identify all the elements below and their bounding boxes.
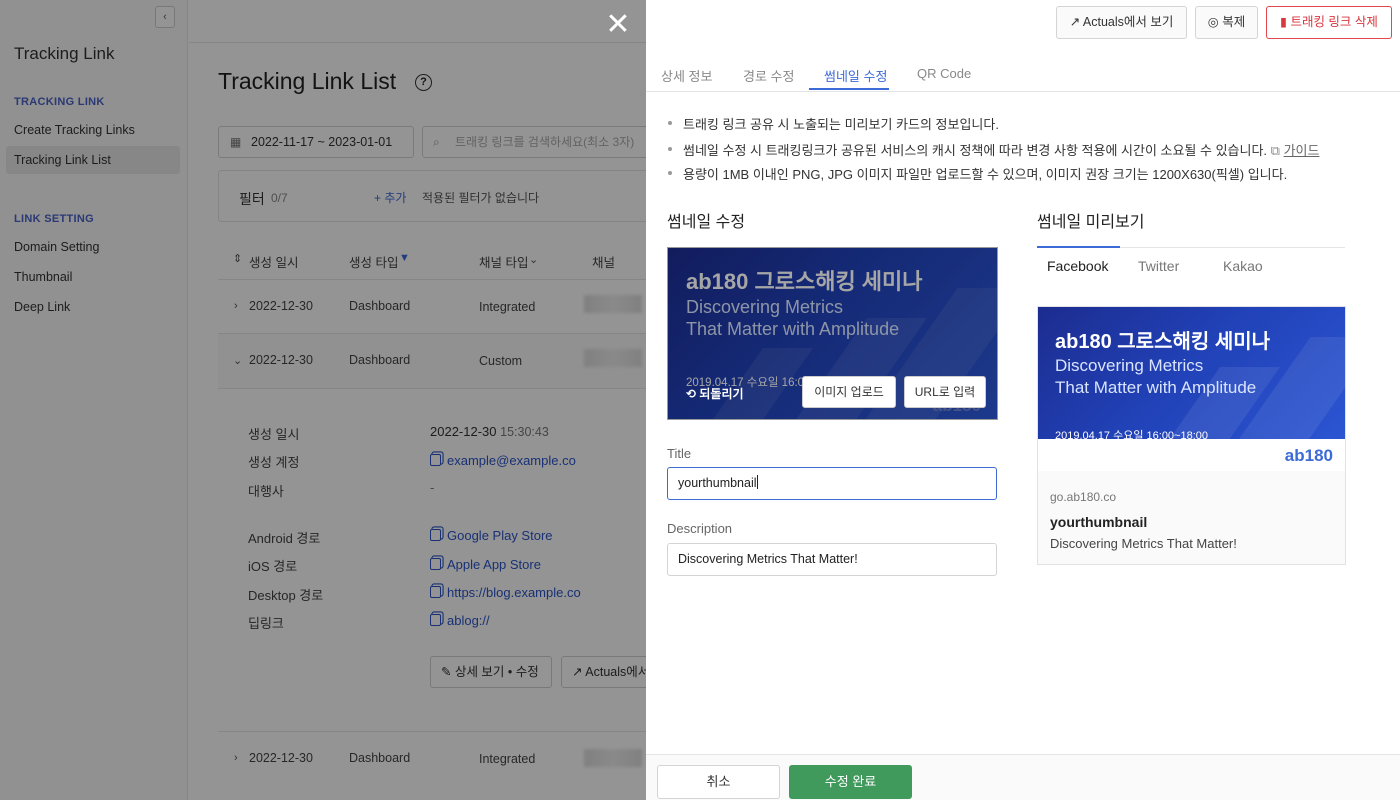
save-button[interactable]: 수정 완료 [789,765,912,799]
cancel-button[interactable]: 취소 [657,765,780,799]
revert-button[interactable]: ⟲ 되돌리기 [686,385,744,402]
external-link-icon: ⧉ [1270,143,1280,158]
preview-headline: ab180 그로스해킹 세미나 [1055,331,1271,353]
delete-tracking-link-button[interactable]: ▮ 트래킹 링크 삭제 [1266,6,1392,39]
preview-tabs: Facebook Twitter Kakao [1037,247,1345,287]
note-1: 트래킹 링크 공유 시 노출되는 미리보기 카드의 정보입니다. [668,114,999,133]
preview-title: yourthumbnail [1050,514,1148,530]
modal-overlay[interactable]: ✕ [0,0,646,800]
url-input-button[interactable]: URL로 입력 [904,376,986,408]
image-upload-button[interactable]: 이미지 업로드 [802,376,896,408]
thumbnail-editor[interactable]: ab180 그로스해킹 세미나 Discovering Metrics That … [667,247,998,420]
preview-description: Discovering Metrics That Matter! [1050,536,1237,551]
edit-drawer: ↗ Actuals에서 보기 ◎ 복제 ▮ 트래킹 링크 삭제 상세 정보 경로… [646,0,1400,800]
preview-image: ab180 그로스해킹 세미나 Discovering Metrics That … [1038,307,1345,471]
tab-edit-path[interactable]: 경로 수정 [743,66,794,85]
preview-tab-twitter[interactable]: Twitter [1138,258,1179,274]
tab-edit-thumbnail[interactable]: 썸네일 수정 [824,66,887,85]
preview-subtitle: Discovering Metrics That Matter with Ampl… [1055,356,1257,397]
text-caret [756,475,758,489]
trash-icon: ▮ [1280,15,1291,29]
external-link-icon: ↗ [1069,15,1083,29]
tab-details[interactable]: 상세 정보 [661,66,712,85]
preview-domain: go.ab180.co [1050,490,1117,504]
eye-icon: ◎ [1207,15,1223,29]
active-tab-indicator [809,88,889,90]
preview-tab-facebook[interactable]: Facebook [1047,258,1108,274]
preview-tab-kakao[interactable]: Kakao [1223,258,1263,274]
note-3: 용량이 1MB 이내인 PNG, JPG 이미지 파일만 업로드할 수 있으며,… [668,164,1287,183]
preview-section-title: 썸네일 미리보기 [1037,214,1145,231]
preview-card: ab180 그로스해킹 세미나 Discovering Metrics That … [1037,306,1346,565]
drawer-tabs: 상세 정보 경로 수정 썸네일 수정 QR Code [646,56,1400,92]
preview-logo: ab180 [1284,446,1333,465]
tab-qr-code[interactable]: QR Code [917,66,971,81]
duplicate-button[interactable]: ◎ 복제 [1195,6,1258,39]
guide-link[interactable]: 가이드 [1284,143,1320,158]
title-label: Title [667,446,692,461]
drawer-footer: 취소 수정 완료 [646,754,1400,800]
active-preview-tab-indicator [1037,246,1120,248]
close-icon[interactable]: ✕ [602,10,634,42]
title-input[interactable]: yourthumbnail [667,467,997,500]
note-2: 썸네일 수정 시 트래킹링크가 공유된 서비스의 캐시 정책에 따라 변경 사항… [668,140,1319,159]
description-input[interactable]: Discovering Metrics That Matter! [667,543,997,576]
actuals-view-button[interactable]: ↗ Actuals에서 보기 [1056,6,1187,39]
description-label: Description [667,521,733,536]
edit-section-title: 썸네일 수정 [667,214,746,231]
